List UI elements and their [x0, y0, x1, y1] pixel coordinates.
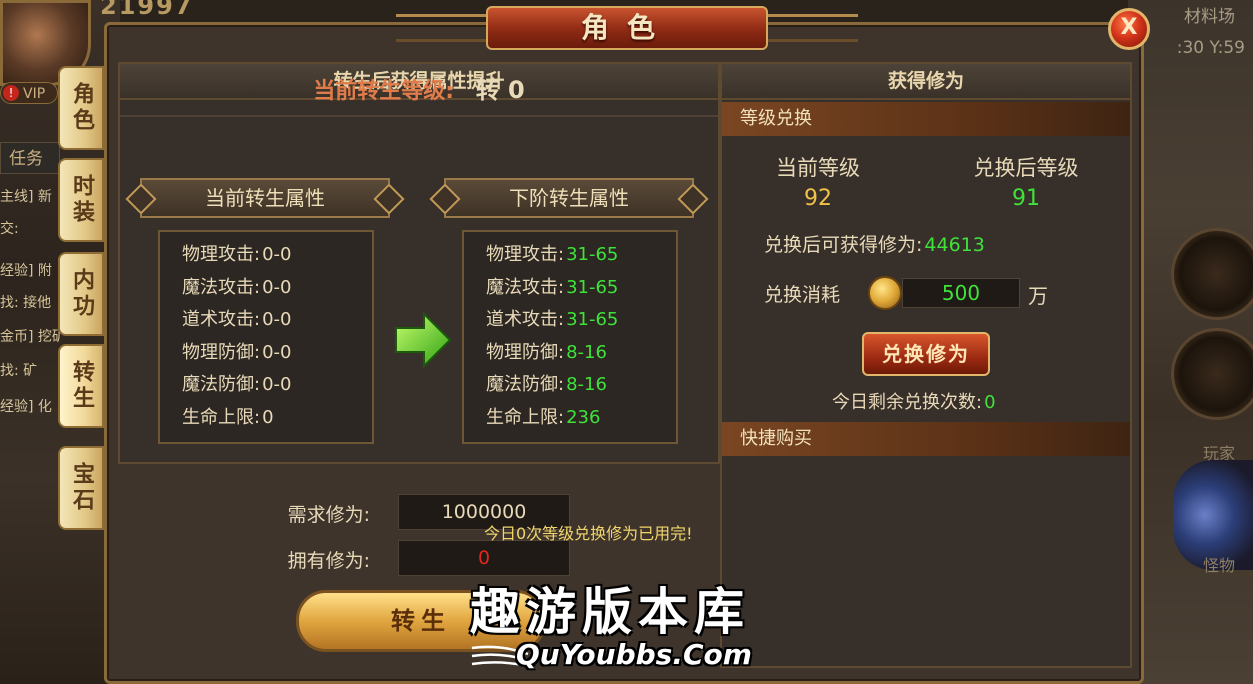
attr-row: 魔法攻击: 31-65 — [486, 273, 676, 306]
cultivation-gain: 兑换后可获得修为: 44613 — [764, 230, 985, 257]
attr-row: 物理攻击: 0-0 — [182, 240, 372, 273]
exchange-cost-label: 兑换消耗 — [764, 284, 841, 306]
current-level-label: 当前等级 — [776, 156, 860, 180]
tab-character[interactable]: 角色 — [58, 66, 104, 150]
next-attrs-box: 物理攻击: 31-65 魔法攻击: 31-65 道术攻击: 31-65 物理防御: 8-… — [462, 230, 678, 444]
owned-cultivation-label: 拥有修为: — [287, 550, 370, 572]
attr-value: 0-0 — [262, 341, 292, 363]
quest-line[interactable]: 交: — [0, 218, 60, 238]
attr-row: 生命上限: 236 — [486, 403, 676, 436]
attr-row: 魔法防御: 8-16 — [486, 370, 676, 403]
window-title: 角色 — [486, 6, 768, 50]
attr-value: 31-65 — [566, 309, 619, 330]
attr-name: 物理防御: — [486, 341, 565, 363]
attr-value: 0-0 — [262, 276, 292, 298]
exchange-cost-value: 500 — [902, 278, 1020, 308]
skill-button[interactable] — [1171, 328, 1253, 420]
attr-value: 0-0 — [262, 244, 292, 265]
exchange-cost-unit: 万 — [1028, 284, 1048, 308]
required-cultivation-label: 需求修为: — [287, 504, 370, 526]
attr-name: 道术攻击: — [486, 309, 565, 330]
attr-value: 8-16 — [566, 341, 607, 363]
skill-button[interactable] — [1171, 228, 1253, 320]
vip-label: VIP — [23, 86, 46, 102]
attr-name: 魔法攻击: — [182, 276, 261, 298]
watermark-chinese: 趣游版本库 — [470, 582, 750, 641]
arrow-right-icon — [395, 312, 452, 368]
attr-name: 物理防御: — [182, 341, 261, 363]
level-exchange-section: 等级兑换 — [722, 102, 1130, 136]
alert-icon: ! — [3, 85, 19, 101]
quick-buy-section: 快捷购买 — [722, 422, 1130, 456]
quest-line[interactable]: 经验] 附 — [0, 260, 60, 280]
cultivation-gain-label: 兑换后可获得修为: — [764, 234, 923, 256]
attr-value: 236 — [566, 406, 601, 428]
map-name: 材料场 — [1184, 7, 1235, 27]
map-coordinates: :30 Y:59 — [1176, 38, 1245, 58]
attr-value: 0-0 — [262, 374, 292, 395]
quest-tab[interactable]: 任务 — [0, 142, 60, 174]
attr-name: 魔法攻击: — [486, 276, 565, 298]
tab-inner-power[interactable]: 内功 — [58, 252, 104, 336]
title-ornament — [768, 14, 858, 42]
attr-row: 生命上限: 0 — [182, 403, 372, 436]
remaining-exchanges-label: 今日剩余兑换次数: — [832, 392, 983, 413]
attr-row: 物理攻击: 31-65 — [486, 240, 676, 273]
current-attrs-ribbon: 当前转生属性 — [140, 178, 390, 218]
monster-filter-label[interactable]: 怪物 — [1203, 552, 1235, 576]
after-level-value: 91 — [1012, 186, 1040, 211]
quest-line[interactable]: 金币] 挖矿 — [0, 326, 60, 346]
exchange-notice: 今日0次等级兑换修为已用完! — [484, 524, 693, 543]
attr-name: 物理攻击: — [486, 244, 565, 265]
tab-rebirth[interactable]: 转生 — [58, 344, 104, 428]
owned-cultivation-value: 0 — [398, 540, 570, 576]
attr-name: 魔法防御: — [486, 374, 565, 395]
close-button[interactable]: X — [1108, 8, 1150, 50]
attr-value: 0-0 — [262, 309, 292, 330]
attr-row: 物理防御: 0-0 — [182, 338, 372, 371]
attr-name: 魔法防御: — [182, 374, 261, 395]
current-attrs-box: 物理攻击: 0-0 魔法攻击: 0-0 道术攻击: 0-0 物理防御: 0-0 魔法防御… — [158, 230, 374, 444]
attr-row: 道术攻击: 31-65 — [486, 305, 676, 338]
attr-name: 生命上限: — [486, 406, 565, 428]
cultivation-panel-header: 获得修为 — [722, 64, 1130, 100]
remaining-exchanges: 今日剩余兑换次数: 0 — [832, 388, 996, 414]
attr-value: 8-16 — [566, 374, 607, 395]
watermark-english: QuYoubbs.Com — [516, 638, 752, 671]
remaining-exchanges-value: 0 — [984, 392, 996, 413]
attr-value: 0 — [262, 406, 274, 428]
attr-value: 31-65 — [566, 244, 619, 265]
player-power-score: 21997 — [100, 0, 194, 20]
site-watermark: 趣游版本库 QuYoubbs.Com — [470, 572, 800, 676]
after-level-label: 兑换后等级 — [973, 156, 1079, 180]
attr-row: 道术攻击: 0-0 — [182, 305, 372, 338]
attr-name: 道术攻击: — [182, 309, 261, 330]
tab-gem[interactable]: 宝石 — [58, 446, 104, 530]
quest-line[interactable]: 找: 矿 — [0, 360, 60, 380]
quest-line[interactable]: 找: 接他 — [0, 292, 60, 312]
attr-row: 物理防御: 8-16 — [486, 338, 676, 371]
vip-badge[interactable]: ! VIP — [0, 82, 58, 104]
rebirth-level-line: 当前转生等级: 转 0 — [120, 70, 718, 117]
cultivation-gain-value: 44613 — [924, 234, 985, 256]
exchange-cultivation-button[interactable]: 兑换修为 — [862, 332, 990, 376]
attr-value: 31-65 — [566, 276, 619, 298]
attr-name: 生命上限: — [182, 406, 261, 428]
attr-row: 魔法防御: 0-0 — [182, 370, 372, 403]
quest-line[interactable]: 主线] 新 — [0, 186, 60, 206]
title-ornament — [396, 14, 486, 42]
next-attrs-ribbon: 下阶转生属性 — [444, 178, 694, 218]
current-level-value: 92 — [804, 186, 832, 211]
quest-line[interactable]: 经验] 化 — [0, 396, 60, 416]
rebirth-level-label: 当前转生等级: — [313, 79, 455, 104]
rebirth-level-value: 转 0 — [475, 76, 525, 104]
gold-coin-icon — [868, 276, 902, 310]
attr-name: 物理攻击: — [182, 244, 261, 265]
tab-fashion[interactable]: 时装 — [58, 158, 104, 242]
attr-row: 魔法攻击: 0-0 — [182, 273, 372, 306]
